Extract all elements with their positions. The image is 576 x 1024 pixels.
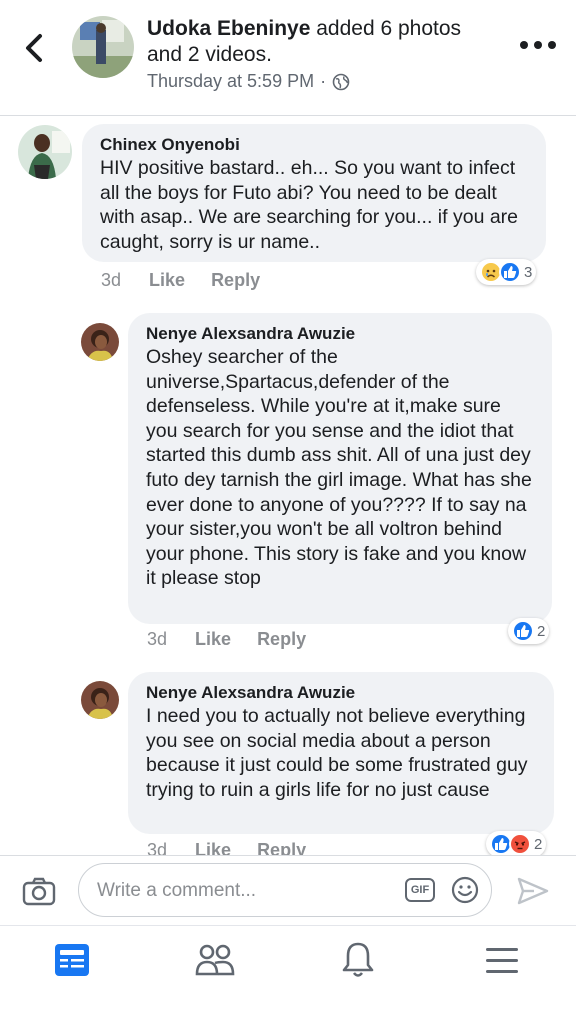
comment-time[interactable]: 3d [101,270,121,291]
avatar[interactable] [81,681,119,719]
reaction-summary[interactable]: 2 [508,618,550,644]
like-button[interactable]: Like [195,629,231,650]
comment-author[interactable]: Chinex Onyenobi [100,134,530,156]
comment-composer: Write a comment... GIF [0,855,576,925]
like-reaction-icon [499,261,521,283]
post-action-text: added 6 photos [310,17,462,40]
bottom-navigation [0,925,576,1024]
comment-author[interactable]: Nenye Alexsandra Awuzie [146,682,538,704]
comment-text: Oshey searcher of the universe,Spartacus… [146,346,532,590]
like-reaction-icon [512,620,534,642]
emoji-icon[interactable] [451,876,479,904]
comment-time[interactable]: 3d [147,840,167,855]
angry-reaction-icon [509,833,531,855]
reply-button[interactable]: Reply [257,840,306,855]
avatar[interactable] [81,323,119,361]
comment-bubble[interactable]: Chinex Onyenobi HIV positive bastard.. e… [82,124,546,262]
send-icon[interactable] [516,876,550,906]
post-title: Udoka Ebeninye added 6 photos and 2 vide… [147,16,487,68]
reaction-summary[interactable]: 3 [476,259,537,285]
comment-actions: 3d Like Reply [101,270,260,291]
news-feed-icon[interactable] [51,940,93,980]
reply-button[interactable]: Reply [211,270,260,291]
more-dots-icon[interactable] [520,38,556,52]
comment-text: HIV positive bastard.. eh... So you want… [100,157,519,253]
comment-time[interactable]: 3d [147,629,167,650]
globe-icon [332,73,350,90]
post-header: Udoka Ebeninye added 6 photos and 2 vide… [0,0,576,116]
post-action-text-2: and 2 videos. [147,43,272,66]
reaction-summary[interactable]: 2 [486,831,547,857]
post-meta: Thursday at 5:59 PM · [147,71,350,92]
meta-separator: · [320,71,327,91]
gif-button[interactable]: GIF [405,878,435,902]
reaction-count: 2 [534,835,543,853]
post-timestamp[interactable]: Thursday at 5:59 PM [147,71,314,92]
friends-icon[interactable] [194,940,236,980]
comment-placeholder: Write a comment... [97,880,257,901]
comment-bubble[interactable]: Nenye Alexsandra Awuzie I need you to ac… [128,672,554,834]
comment-bubble[interactable]: Nenye Alexsandra Awuzie Oshey searcher o… [128,313,552,624]
reply-button[interactable]: Reply [257,629,306,650]
menu-icon[interactable] [481,940,523,980]
back-chevron-icon[interactable] [20,30,50,66]
comment-input[interactable]: Write a comment... GIF [78,863,492,917]
like-button[interactable]: Like [149,270,185,291]
like-button[interactable]: Like [195,840,231,855]
comment-text: I need you to actually not believe every… [146,705,528,801]
avatar[interactable] [18,125,72,179]
reaction-count: 2 [537,622,546,640]
poster-name[interactable]: Udoka Ebeninye [147,17,310,40]
comment-actions: 3d Like Reply [147,840,306,855]
notifications-bell-icon[interactable] [337,940,379,980]
camera-icon[interactable] [22,876,56,906]
reaction-count: 3 [524,263,533,281]
comment-author[interactable]: Nenye Alexsandra Awuzie [146,323,536,345]
poster-avatar[interactable] [72,16,134,78]
comment-actions: 3d Like Reply [147,629,306,650]
